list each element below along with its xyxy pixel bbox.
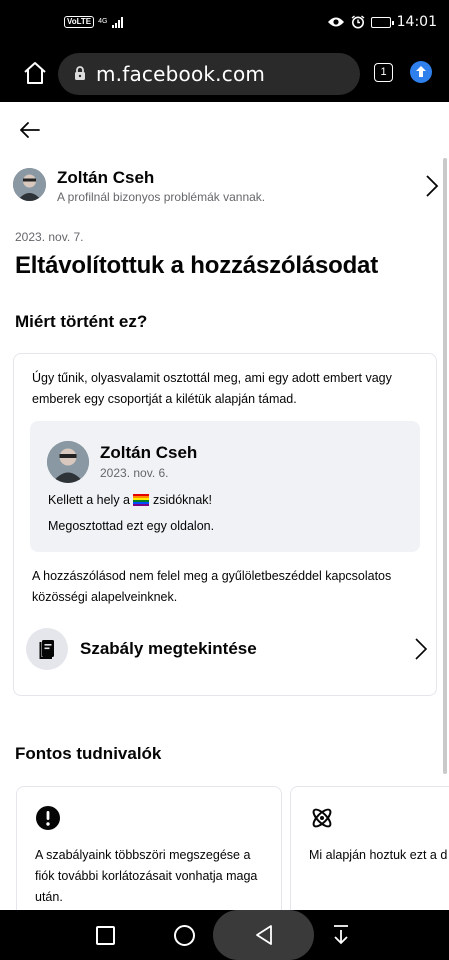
url-text: m.facebook.com xyxy=(96,62,266,86)
chevron-right-icon xyxy=(426,175,439,197)
arrow-up-icon xyxy=(416,66,426,77)
network-indicators: VoLTE 4G xyxy=(64,16,123,28)
profile-name: Zoltán Cseh xyxy=(57,168,155,187)
address-bar[interactable]: m.facebook.com xyxy=(58,53,360,95)
post-shared-where: Megosztottad ezt egy oldalon. xyxy=(48,519,215,533)
update-button[interactable] xyxy=(410,61,432,83)
lock-icon xyxy=(75,66,85,80)
chevron-right-icon xyxy=(415,638,428,660)
scrollbar[interactable] xyxy=(443,158,447,774)
page-title: Eltávolítottuk a hozzászólásodat xyxy=(15,252,378,279)
view-rule-button[interactable]: Szabály megtekintése xyxy=(26,626,428,672)
tab-switcher-button[interactable]: 1 xyxy=(374,63,393,82)
post-author: Zoltán Cseh xyxy=(100,443,198,462)
profile-subtitle: A profilnál bizonyos problémák vannak. xyxy=(57,190,266,204)
eye-icon xyxy=(327,17,344,27)
status-bar: VoLTE 4G 14:01 xyxy=(0,0,449,48)
book-icon xyxy=(39,640,54,659)
explanation-card: Úgy tűnik, olyasvalamit osztottál meg, a… xyxy=(13,353,437,696)
home-icon[interactable] xyxy=(22,60,48,86)
notification-pulldown-icon[interactable] xyxy=(332,924,350,946)
clock: 14:01 xyxy=(396,14,437,30)
network-type: 4G xyxy=(98,18,108,25)
removal-date: 2023. nov. 7. xyxy=(15,230,84,244)
battery-icon xyxy=(370,16,394,28)
volte-badge: VoLTE xyxy=(64,16,95,28)
view-rule-label: Szabály megtekintése xyxy=(80,639,257,658)
status-right: 14:01 xyxy=(327,14,437,30)
post-avatar xyxy=(47,441,89,483)
policy-text: A hozzászólásod nem felel meg a gyűlölet… xyxy=(32,569,392,604)
atom-icon xyxy=(312,808,332,828)
back-arrow-icon[interactable] xyxy=(18,118,42,142)
post-date: 2023. nov. 6. xyxy=(100,466,169,480)
info-card-repeat-violations[interactable]: A szabályaink többszöri megszegése a fió… xyxy=(16,786,282,910)
post-text: Kellett a hely a zsidóknak! xyxy=(48,493,212,507)
profile-row[interactable]: Zoltán Cseh A profilnál bizonyos problém… xyxy=(13,166,443,206)
system-navigation-bar xyxy=(0,910,449,960)
signal-icon xyxy=(111,16,123,28)
browser-toolbar: m.facebook.com 1 xyxy=(0,48,449,102)
exclamation-icon xyxy=(36,806,60,830)
recents-button[interactable] xyxy=(96,926,115,945)
home-button[interactable] xyxy=(174,925,195,946)
explanation-text: Úgy tűnik, olyasvalamit osztottál meg, a… xyxy=(32,371,392,406)
post-text-after: zsidóknak! xyxy=(152,493,213,507)
triangle-back-icon xyxy=(256,925,272,945)
info-card-decision-basis[interactable]: Mi alapján hoztuk ezt a d xyxy=(290,786,449,910)
important-heading: Fontos tudnivalók xyxy=(15,744,162,763)
post-text-before: Kellett a hely a xyxy=(48,493,130,507)
avatar xyxy=(13,168,46,201)
rainbow-flag-icon xyxy=(133,494,150,506)
info-card-text: A szabályaink többszöri megszegése a fió… xyxy=(35,848,258,904)
rule-icon-wrapper xyxy=(26,628,68,670)
page-content[interactable]: Zoltán Cseh A profilnál bizonyos problém… xyxy=(0,102,449,910)
alarm-icon xyxy=(351,15,365,29)
removed-post: Zoltán Cseh 2023. nov. 6. Kellett a hely… xyxy=(30,421,420,552)
back-button[interactable] xyxy=(213,910,314,960)
info-card-text: Mi alapján hoztuk ezt a d xyxy=(309,848,448,862)
why-heading: Miért történt ez? xyxy=(15,312,148,331)
